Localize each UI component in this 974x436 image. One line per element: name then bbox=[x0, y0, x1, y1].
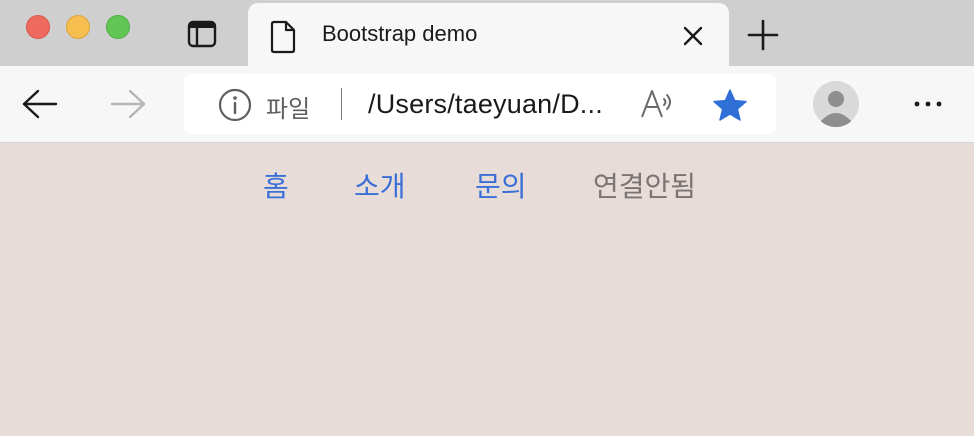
page-content: 홈 소개 문의 연결안됨 bbox=[0, 143, 974, 436]
read-aloud-icon[interactable] bbox=[640, 87, 676, 121]
window-close-button[interactable] bbox=[26, 15, 50, 39]
browser-toolbar: 파일 /Users/taeyuan/D... bbox=[0, 66, 974, 143]
nav-link-contact[interactable]: 문의 bbox=[475, 165, 527, 205]
tab-actions-button[interactable] bbox=[180, 18, 224, 50]
browser-window: Bootstrap demo 파일 /Users/taeyuan/D... 홈 … bbox=[0, 0, 974, 436]
tab-close-icon[interactable] bbox=[680, 23, 706, 49]
active-tab[interactable]: Bootstrap demo bbox=[248, 3, 729, 66]
url-scheme-label: 파일 bbox=[266, 96, 311, 123]
nav-link-disabled: 연결안됨 bbox=[593, 170, 697, 203]
forward-arrow-icon[interactable] bbox=[108, 88, 148, 120]
window-minimize-button[interactable] bbox=[66, 15, 90, 39]
address-divider bbox=[341, 88, 342, 120]
tab-strip: Bootstrap demo bbox=[0, 0, 974, 66]
tab-title: Bootstrap demo bbox=[322, 21, 478, 46]
more-options-icon[interactable] bbox=[908, 90, 948, 118]
favorite-star-icon[interactable] bbox=[712, 88, 748, 122]
url-text[interactable]: /Users/taeyuan/D... bbox=[368, 89, 603, 120]
tab-actions-icon bbox=[187, 20, 217, 48]
back-arrow-icon[interactable] bbox=[20, 88, 60, 120]
address-bar[interactable]: 파일 /Users/taeyuan/D... bbox=[184, 74, 776, 134]
info-icon[interactable] bbox=[218, 88, 252, 122]
window-maximize-button[interactable] bbox=[106, 15, 130, 39]
avatar-icon bbox=[821, 91, 851, 127]
profile-avatar[interactable] bbox=[813, 81, 859, 127]
nav-link-about[interactable]: 소개 bbox=[354, 165, 406, 205]
new-tab-icon[interactable] bbox=[746, 18, 780, 52]
nav-link-home[interactable]: 홈 bbox=[263, 165, 289, 205]
document-icon bbox=[270, 20, 296, 54]
